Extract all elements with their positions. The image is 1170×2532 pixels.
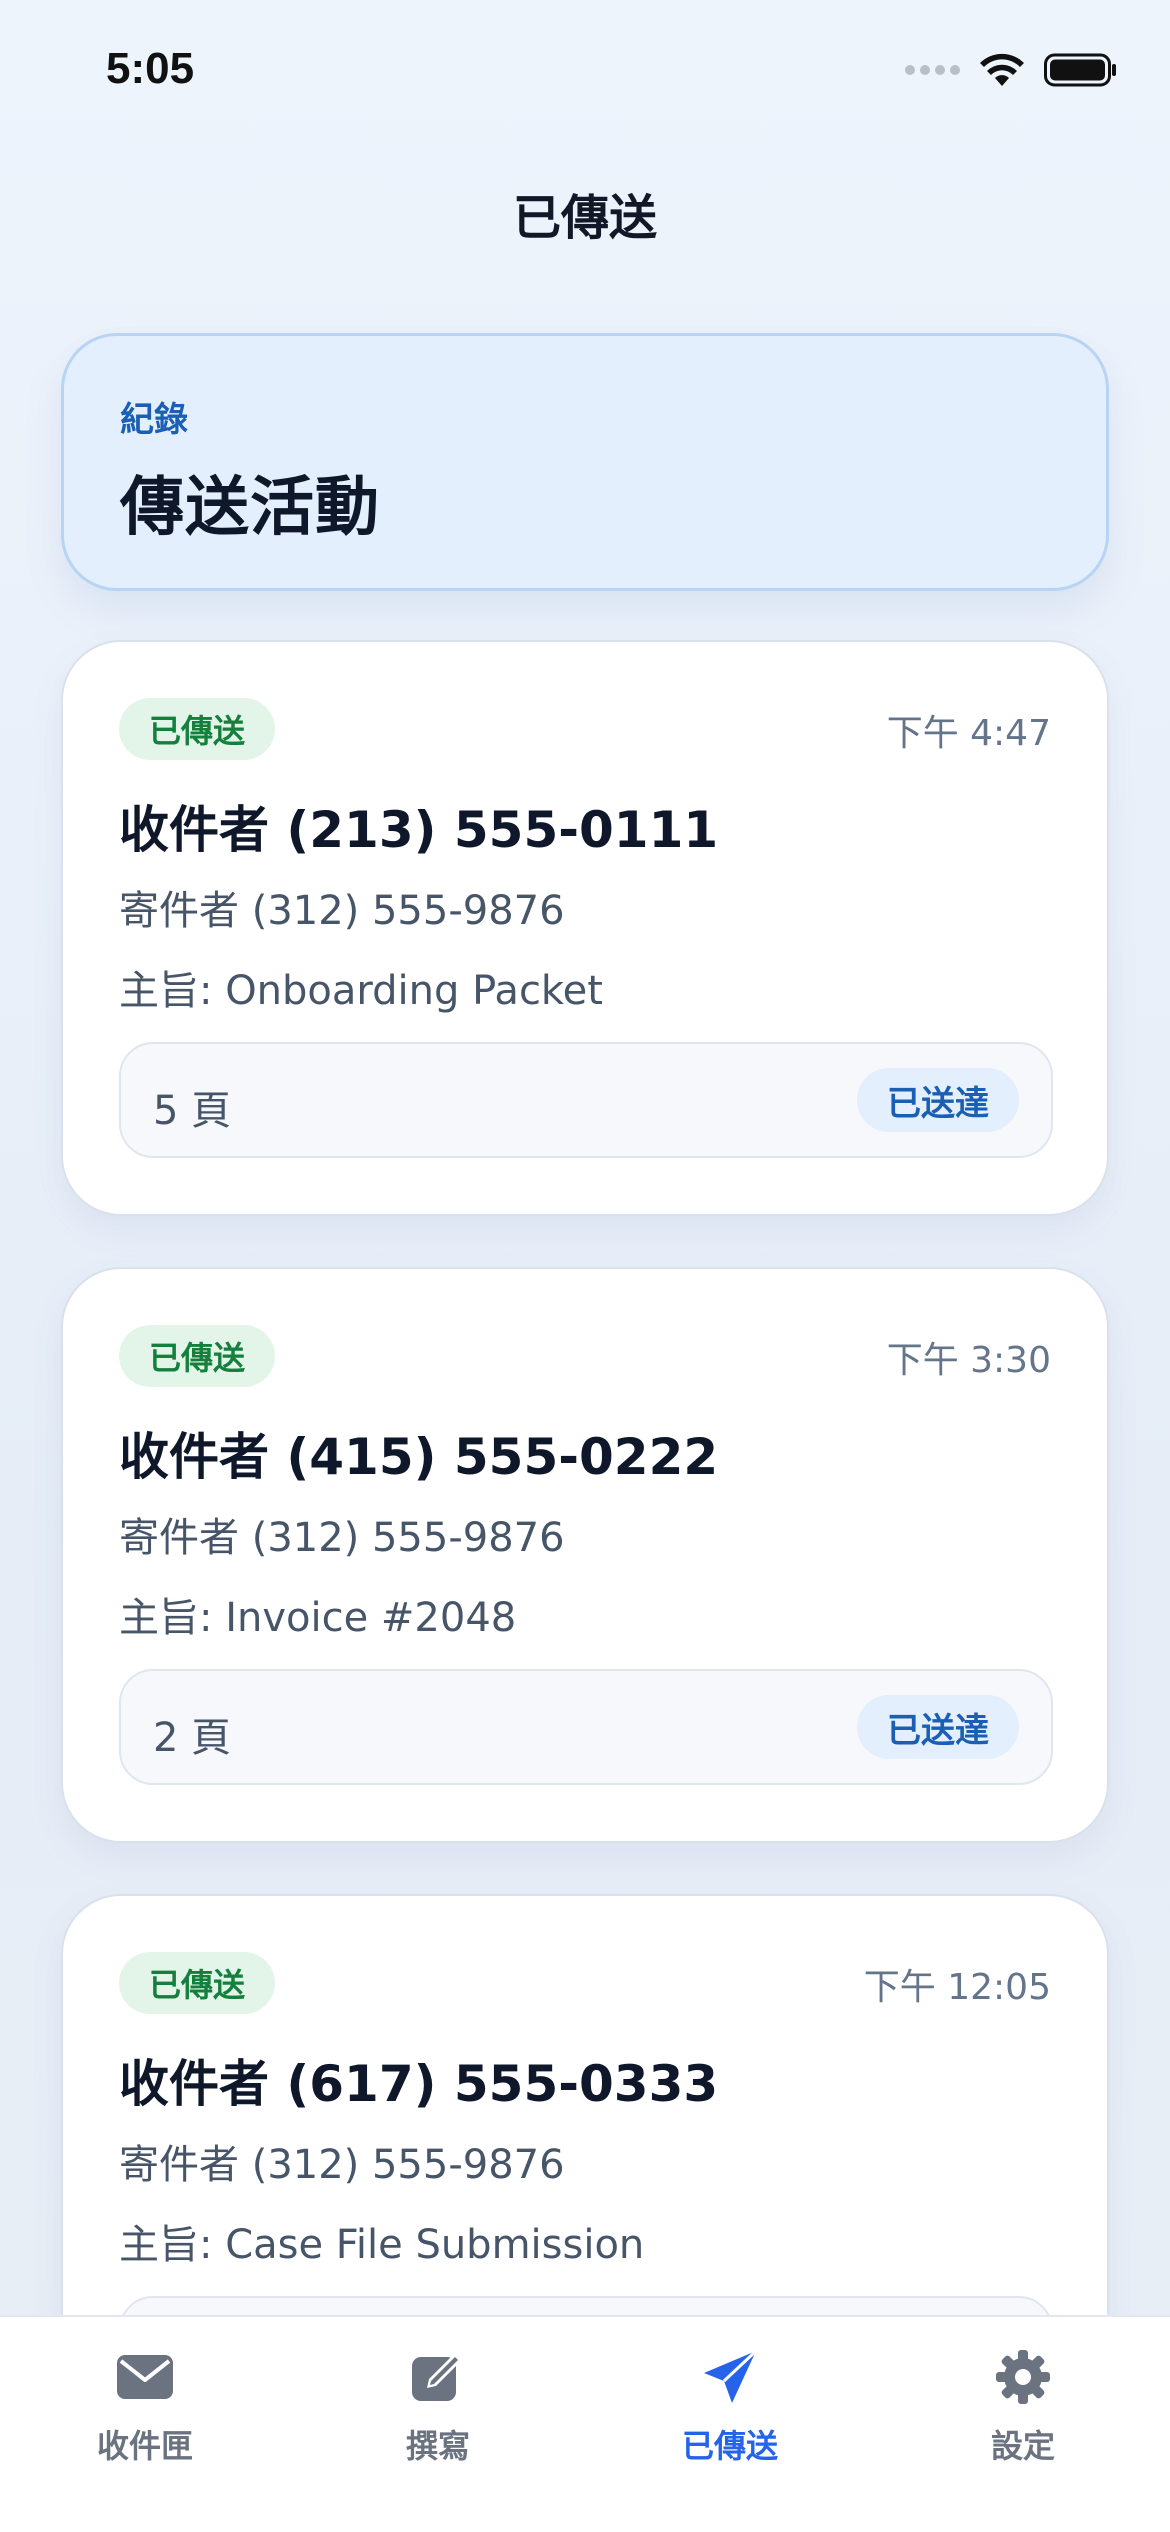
page-count: 2 頁 bbox=[153, 1715, 232, 1761]
fax-sender: 寄件者 (312) 555-9876 bbox=[119, 888, 565, 934]
tab-label: 已傳送 bbox=[681, 2427, 778, 2465]
gear-icon bbox=[991, 2345, 1055, 2409]
fax-recipient: 收件者 (617) 555-0333 bbox=[119, 2055, 719, 2113]
tab-label: 收件匣 bbox=[96, 2427, 193, 2465]
delivery-badge: 已送達 bbox=[857, 1695, 1019, 1759]
tab-bar: 收件匣 撰寫 已傳送 設定 bbox=[0, 2315, 1170, 2532]
fax-subject: 主旨: Onboarding Packet bbox=[119, 968, 603, 1014]
tab-label: 撰寫 bbox=[405, 2427, 470, 2465]
activity-header-card: 紀錄 傳送活動 bbox=[61, 333, 1109, 591]
status-badge: 已傳送 bbox=[119, 1952, 276, 2014]
tab-inbox[interactable]: 收件匣 bbox=[35, 2345, 255, 2475]
status-icons bbox=[905, 52, 1118, 88]
fax-footer: 5 頁 已送達 bbox=[119, 1042, 1053, 1158]
fax-card[interactable]: 已傳送 下午 4:47 收件者 (213) 555-0111 寄件者 (312)… bbox=[61, 640, 1109, 1216]
fax-recipient: 收件者 (213) 555-0111 bbox=[119, 801, 719, 859]
fax-time: 下午 4:47 bbox=[886, 713, 1051, 754]
cellular-signal-icon bbox=[905, 65, 960, 75]
fax-footer bbox=[119, 2296, 1053, 2315]
header-eyebrow: 紀錄 bbox=[120, 400, 188, 440]
battery-icon bbox=[1044, 53, 1116, 87]
sent-fax-list[interactable]: 已傳送 下午 4:47 收件者 (213) 555-0111 寄件者 (312)… bbox=[0, 630, 1170, 2315]
header-title: 傳送活動 bbox=[120, 471, 380, 545]
status-badge: 已傳送 bbox=[119, 1325, 276, 1387]
fax-card[interactable]: 已傳送 下午 12:05 收件者 (617) 555-0333 寄件者 (312… bbox=[61, 1894, 1109, 2315]
compose-icon bbox=[406, 2345, 470, 2409]
page-title: 已傳送 bbox=[512, 190, 657, 246]
status-bar: 5:05 bbox=[0, 0, 1170, 150]
tab-compose[interactable]: 撰寫 bbox=[328, 2345, 548, 2475]
fax-time: 下午 12:05 bbox=[863, 1967, 1051, 2008]
fax-subject: 主旨: Invoice #2048 bbox=[119, 1595, 517, 1641]
wifi-icon bbox=[980, 53, 1024, 86]
envelope-icon bbox=[113, 2345, 177, 2409]
fax-subject: 主旨: Case File Submission bbox=[119, 2222, 645, 2268]
tab-settings[interactable]: 設定 bbox=[913, 2345, 1133, 2475]
fax-card[interactable]: 已傳送 下午 3:30 收件者 (415) 555-0222 寄件者 (312)… bbox=[61, 1267, 1109, 1843]
tab-sent[interactable]: 已傳送 bbox=[620, 2345, 840, 2475]
paper-plane-icon bbox=[698, 2345, 762, 2409]
fax-sender: 寄件者 (312) 555-9876 bbox=[119, 2142, 565, 2188]
status-time: 5:05 bbox=[106, 44, 195, 93]
fax-footer: 2 頁 已送達 bbox=[119, 1669, 1053, 1785]
tab-label: 設定 bbox=[990, 2427, 1055, 2465]
page-count: 5 頁 bbox=[153, 1088, 232, 1134]
fax-time: 下午 3:30 bbox=[886, 1340, 1051, 1381]
fax-recipient: 收件者 (415) 555-0222 bbox=[119, 1428, 719, 1486]
status-badge: 已傳送 bbox=[119, 698, 276, 760]
delivery-badge: 已送達 bbox=[857, 1068, 1019, 1132]
fax-sender: 寄件者 (312) 555-9876 bbox=[119, 1515, 565, 1561]
